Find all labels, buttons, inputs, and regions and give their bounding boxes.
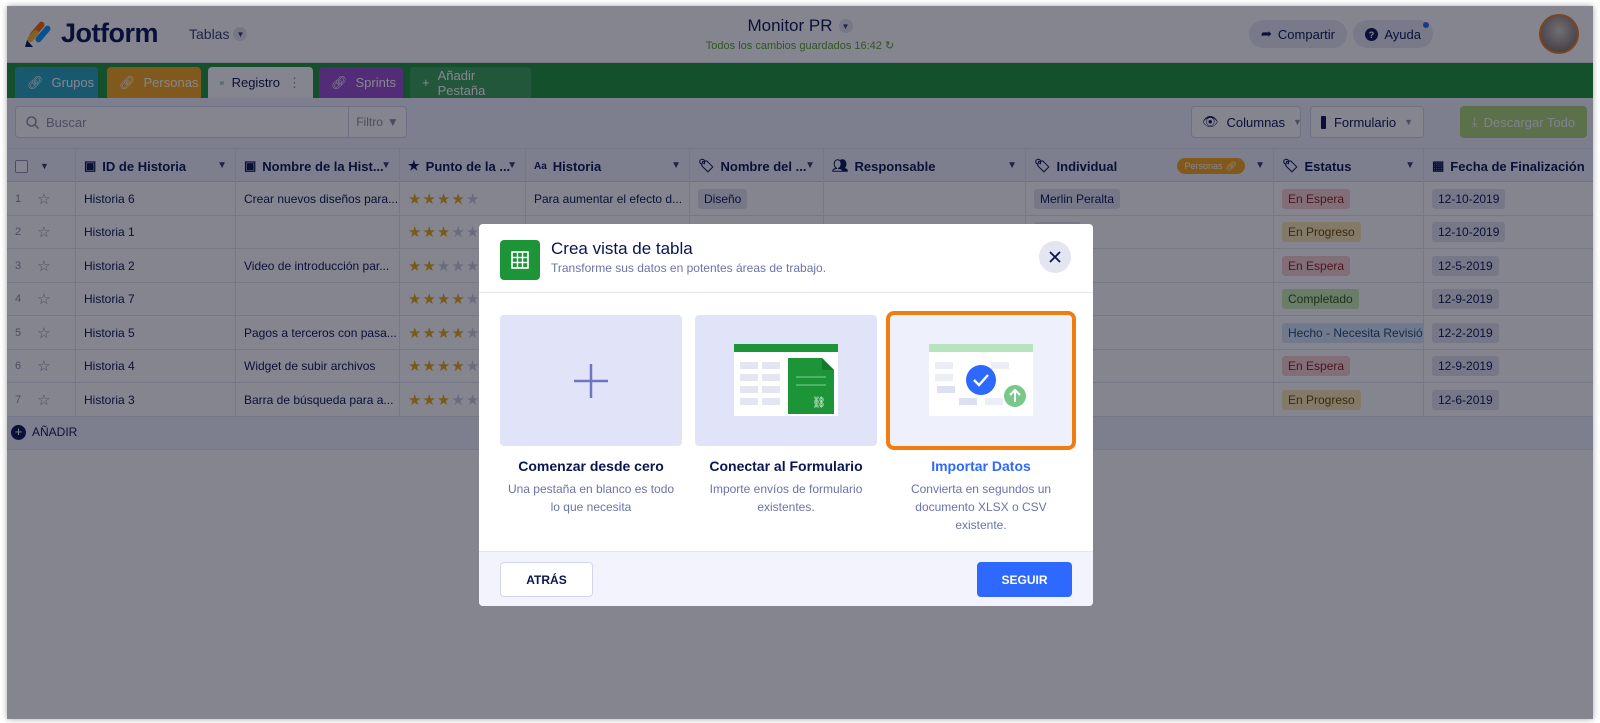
option-start-from-scratch[interactable]: Comenzar desde cero Una pestaña en blanc… <box>500 315 682 516</box>
spreadsheet-icon <box>500 240 540 280</box>
option-title: Comenzar desde cero <box>518 458 664 474</box>
dialog-footer: ATRÁS SEGUIR <box>479 551 1093 606</box>
option-card[interactable] <box>500 315 682 446</box>
option-import-data[interactable]: Importar Datos Convierta en segundos un … <box>886 311 1076 534</box>
continue-button[interactable]: SEGUIR <box>977 562 1072 597</box>
option-title: Importar Datos <box>931 458 1031 474</box>
import-sheet-illustration-icon <box>929 344 1033 416</box>
option-title: Conectar al Formulario <box>709 458 863 474</box>
option-card[interactable] <box>886 311 1076 450</box>
dialog-subtitle: Transforme sus datos en potentes áreas d… <box>551 261 827 275</box>
dialog-header: Crea vista de tabla Transforme sus datos… <box>479 224 1093 293</box>
svg-text:⛓: ⛓ <box>812 396 826 409</box>
app-window: Jotform Tablas ▼ Monitor PR ▼ Todos los … <box>7 6 1593 719</box>
create-table-view-dialog: Crea vista de tabla Transforme sus datos… <box>479 224 1093 606</box>
option-card[interactable]: ⛓ <box>695 315 877 446</box>
back-button[interactable]: ATRÁS <box>500 562 593 597</box>
plus-icon <box>574 364 608 398</box>
form-sheet-illustration-icon: ⛓ <box>734 344 838 416</box>
option-description: Importe envíos de formulario existentes. <box>709 482 863 514</box>
close-icon <box>1049 251 1061 263</box>
dialog-title: Crea vista de tabla <box>551 239 693 258</box>
option-connect-form[interactable]: ⛓ Conectar al Formulario Importe envíos … <box>695 315 877 516</box>
close-button[interactable] <box>1039 241 1071 273</box>
option-description: Convierta en segundos un documento XLSX … <box>910 482 1052 532</box>
option-description: Una pestaña en blanco es todo lo que nec… <box>507 482 675 514</box>
